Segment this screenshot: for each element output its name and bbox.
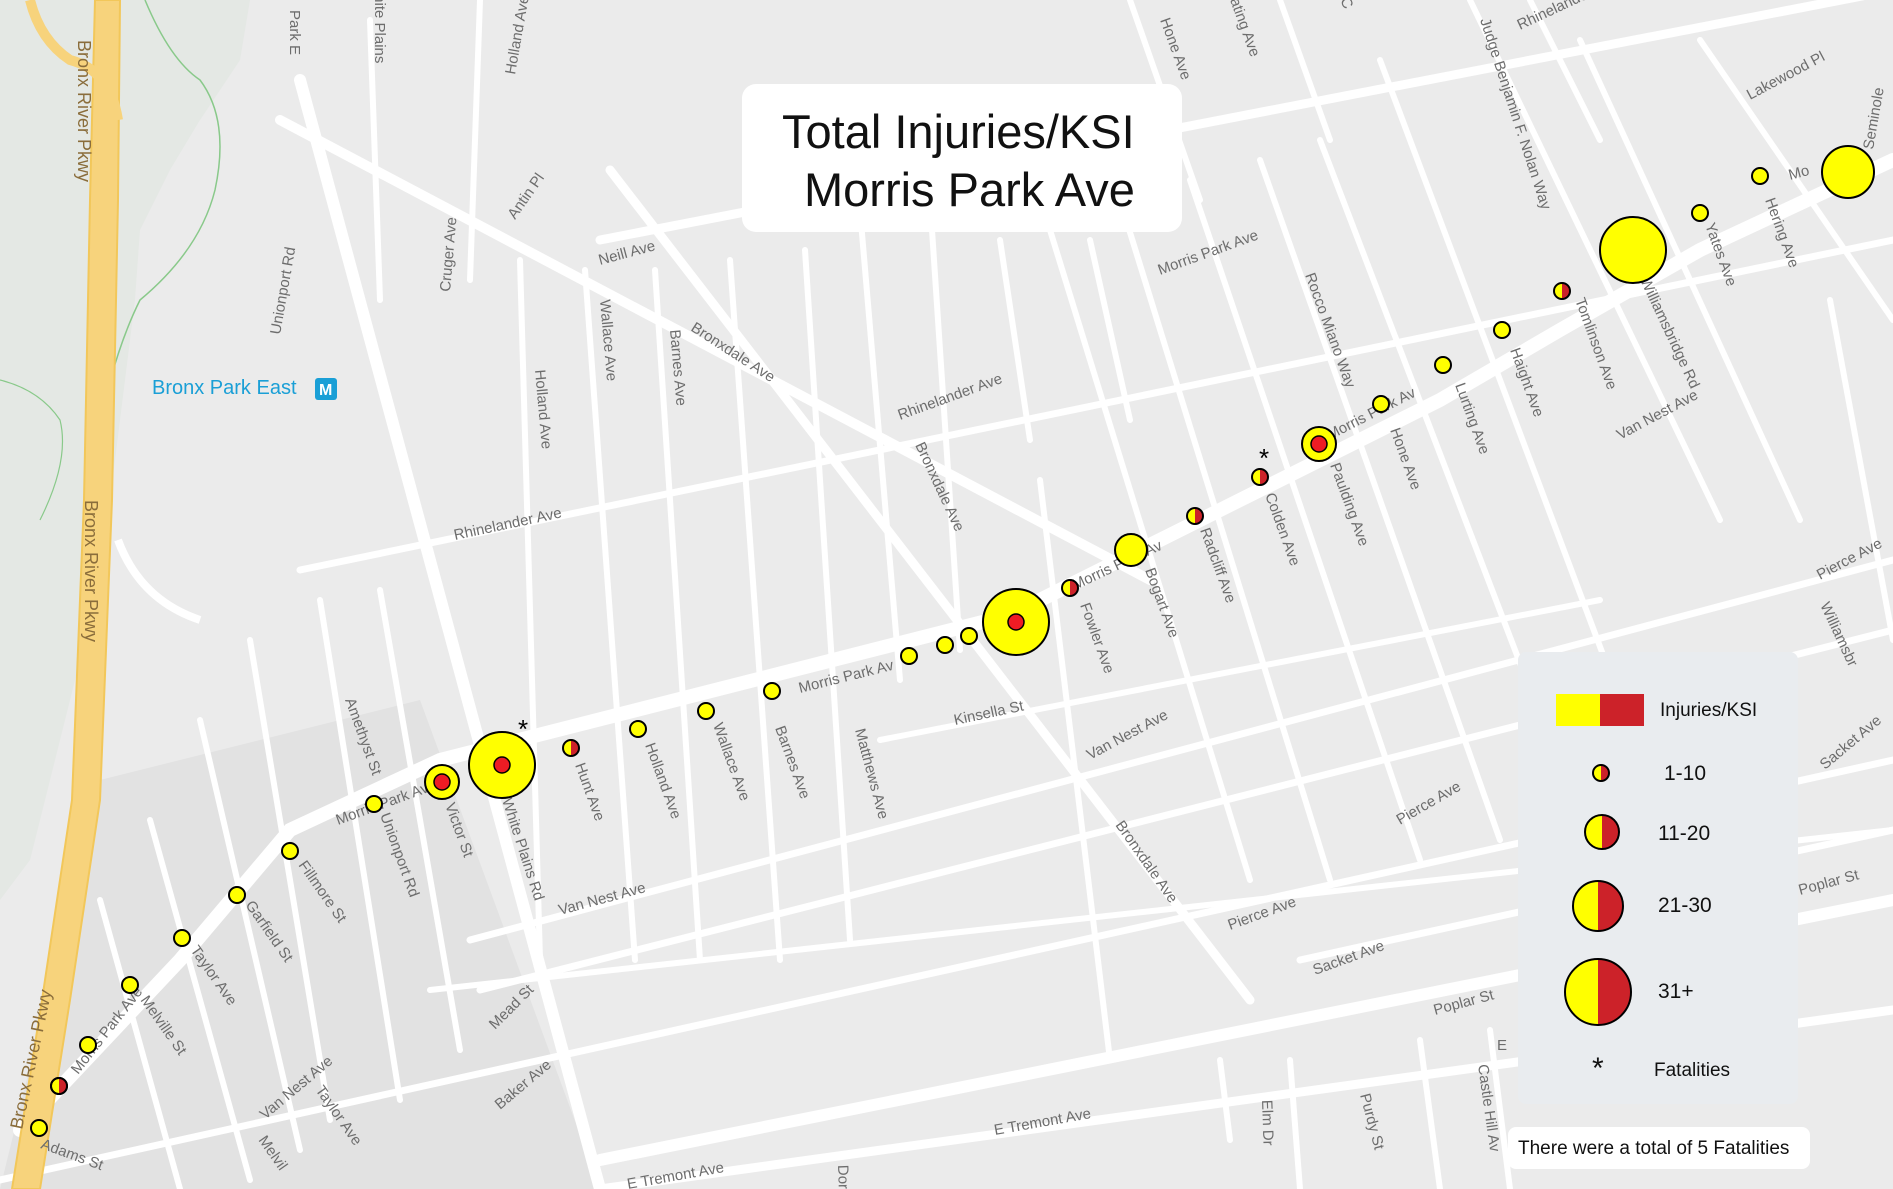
svg-text:Dor: Dor	[834, 1165, 852, 1189]
crash-marker-medium[interactable]	[1301, 426, 1337, 462]
crash-marker-yellow[interactable]	[1691, 204, 1709, 222]
crash-marker-yellow[interactable]	[121, 976, 139, 994]
legend-fatality-symbol: *	[1592, 1052, 1604, 1085]
crash-marker-yellow[interactable]	[936, 636, 954, 654]
legend-row-11-20: 11-20	[1518, 812, 1798, 852]
svg-text:Park E: Park E	[286, 10, 303, 55]
crash-marker-yellow[interactable]	[629, 720, 647, 738]
crash-marker-yellow[interactable]	[1372, 395, 1390, 413]
legend-label-31-plus: 31+	[1658, 980, 1694, 1003]
svg-text:Elm Dr: Elm Dr	[1258, 1100, 1277, 1146]
crash-marker-half[interactable]	[50, 1077, 68, 1095]
crash-marker-half[interactable]	[1061, 579, 1079, 597]
legend-symbol-xlarge	[1564, 958, 1632, 1026]
fatality-marker[interactable]: *	[1259, 443, 1269, 473]
fatality-marker[interactable]: *	[518, 714, 528, 744]
crash-marker-medium[interactable]	[424, 764, 460, 800]
crash-marker-yellow[interactable]	[960, 627, 978, 645]
legend-symbol-medium	[1584, 814, 1620, 850]
fatality-note: There were a total of 5 Fatalities	[1518, 1138, 1789, 1160]
crash-marker-half[interactable]	[1186, 507, 1204, 525]
legend-label-21-30: 21-30	[1658, 894, 1712, 917]
crash-marker-yellow[interactable]	[228, 886, 246, 904]
crash-marker-large[interactable]	[1821, 145, 1875, 199]
crash-marker-yellow[interactable]	[900, 647, 918, 665]
map-title-line-1: Total Injuries/KSI	[782, 105, 1135, 158]
fatality-note-count: 5	[1697, 1138, 1709, 1159]
crash-marker-yellow[interactable]	[365, 795, 383, 813]
crash-marker-yellow[interactable]	[173, 929, 191, 947]
legend-panel: Injuries/KSI 1-10 11-20 21-30 31+ * Fata…	[1518, 652, 1798, 1104]
crash-marker-yellow[interactable]	[79, 1036, 97, 1054]
crash-marker-yellow[interactable]	[763, 682, 781, 700]
crash-marker-half[interactable]	[562, 739, 580, 757]
crash-marker-yellow[interactable]	[281, 842, 299, 860]
fatality-note-box: There were a total of 5 Fatalities	[1508, 1127, 1810, 1169]
legend-label-11-20: 11-20	[1658, 822, 1711, 845]
fatality-note-suffix: Fatalities	[1713, 1138, 1790, 1159]
legend-row-fatalities: * Fatalities	[1518, 1050, 1798, 1090]
crash-marker-large[interactable]	[1599, 216, 1667, 284]
crash-marker-half[interactable]	[1553, 282, 1571, 300]
legend-swatch-ksi	[1600, 694, 1644, 726]
crash-marker-yellow[interactable]	[30, 1119, 48, 1137]
fatality-note-prefix: There were a total of	[1518, 1138, 1693, 1159]
legend-header-row: Injuries/KSI	[1518, 690, 1798, 730]
legend-row-1-10: 1-10	[1518, 752, 1798, 792]
crash-marker-yellow[interactable]	[697, 702, 715, 720]
legend-label-1-10: 1-10	[1664, 762, 1707, 785]
crash-marker-yellow[interactable]	[1493, 321, 1511, 339]
bronx-river-pkwy-label-2: Bronx River Pkwy	[81, 500, 101, 642]
legend-symbol-small	[1592, 764, 1610, 782]
legend-swatch-injuries	[1556, 694, 1600, 726]
legend-row-31-plus: 31+	[1518, 958, 1798, 1026]
map-title-box: Total Injuries/KSI Morris Park Ave	[742, 84, 1182, 232]
legend-header-label: Injuries/KSI	[1660, 700, 1758, 721]
legend-fatality-label: Fatalities	[1654, 1060, 1731, 1081]
crash-marker-yellow[interactable]	[1434, 356, 1452, 374]
crash-marker-medium[interactable]	[1114, 533, 1148, 567]
crash-marker-large[interactable]	[982, 588, 1050, 656]
svg-text:E: E	[1497, 1037, 1507, 1054]
bronx-river-pkwy-label-1: Bronx River Pkwy	[74, 40, 94, 182]
map-title-line-2: Morris Park Ave	[804, 163, 1135, 216]
legend-row-21-30: 21-30	[1518, 880, 1798, 932]
svg-text:White Plains: White Plains	[371, 0, 388, 63]
svg-text:M: M	[319, 382, 332, 399]
bronx-park-east-label[interactable]: Bronx Park East	[152, 377, 297, 399]
legend-symbol-large	[1572, 880, 1624, 932]
crash-marker-yellow[interactable]	[1751, 167, 1769, 185]
